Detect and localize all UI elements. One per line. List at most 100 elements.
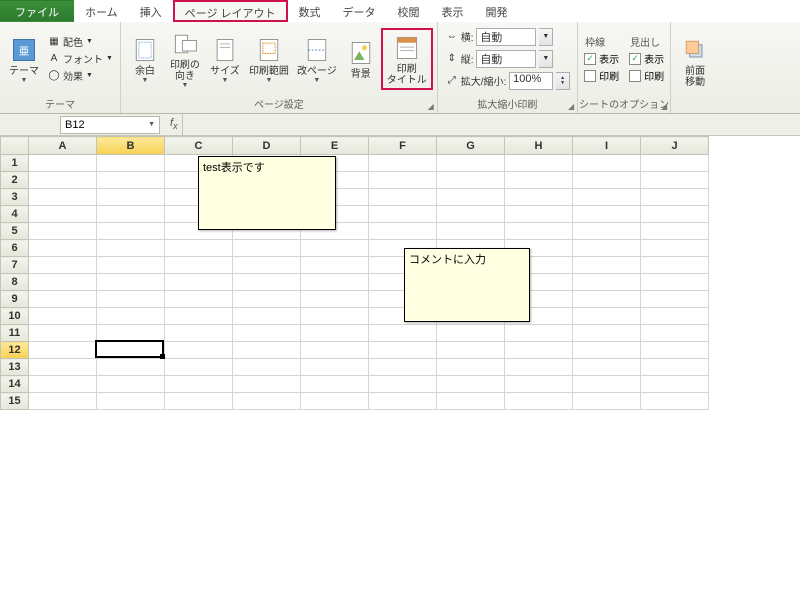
- cell-D7[interactable]: [233, 257, 301, 274]
- cell-A13[interactable]: [29, 359, 97, 376]
- cell-C14[interactable]: [165, 376, 233, 393]
- cell-H5[interactable]: [505, 223, 573, 240]
- cell-E11[interactable]: [301, 325, 369, 342]
- cell-J5[interactable]: [641, 223, 709, 240]
- cell-A10[interactable]: [29, 308, 97, 325]
- row-header-8[interactable]: 8: [1, 274, 29, 291]
- cell-A11[interactable]: [29, 325, 97, 342]
- dropdown-icon[interactable]: ▼: [148, 121, 155, 128]
- cell-F5[interactable]: [369, 223, 437, 240]
- col-header-A[interactable]: A: [29, 137, 97, 155]
- cell-D10[interactable]: [233, 308, 301, 325]
- row-header-10[interactable]: 10: [1, 308, 29, 325]
- row-header-12[interactable]: 12: [1, 342, 29, 359]
- cell-C6[interactable]: [165, 240, 233, 257]
- tab-file[interactable]: ファイル: [0, 0, 74, 22]
- cell-D14[interactable]: [233, 376, 301, 393]
- cell-A2[interactable]: [29, 172, 97, 189]
- cell-B14[interactable]: [97, 376, 165, 393]
- cell-H11[interactable]: [505, 325, 573, 342]
- bring-front-button[interactable]: 前面 移動: [675, 32, 715, 90]
- cell-J10[interactable]: [641, 308, 709, 325]
- cell-G1[interactable]: [437, 155, 505, 172]
- cell-A12[interactable]: [29, 342, 97, 359]
- cell-F14[interactable]: [369, 376, 437, 393]
- col-header-G[interactable]: G: [437, 137, 505, 155]
- cell-A4[interactable]: [29, 206, 97, 223]
- cell-D8[interactable]: [233, 274, 301, 291]
- cell-B1[interactable]: [97, 155, 165, 172]
- cell-E13[interactable]: [301, 359, 369, 376]
- col-header-I[interactable]: I: [573, 137, 641, 155]
- width-combo[interactable]: 自動▼: [476, 28, 553, 46]
- cell-F15[interactable]: [369, 393, 437, 410]
- cell-E14[interactable]: [301, 376, 369, 393]
- cell-I1[interactable]: [573, 155, 641, 172]
- cell-C11[interactable]: [165, 325, 233, 342]
- cell-A1[interactable]: [29, 155, 97, 172]
- cell-A9[interactable]: [29, 291, 97, 308]
- dropdown-icon[interactable]: ▼: [539, 28, 553, 46]
- cell-F12[interactable]: [369, 342, 437, 359]
- cell-J4[interactable]: [641, 206, 709, 223]
- cell-A15[interactable]: [29, 393, 97, 410]
- cell-E6[interactable]: [301, 240, 369, 257]
- fonts-button[interactable]: Aフォント▼: [44, 50, 116, 67]
- cell-G11[interactable]: [437, 325, 505, 342]
- row-header-1[interactable]: 1: [1, 155, 29, 172]
- cell-E10[interactable]: [301, 308, 369, 325]
- cell-D13[interactable]: [233, 359, 301, 376]
- cell-I10[interactable]: [573, 308, 641, 325]
- tab-formulas[interactable]: 数式: [288, 0, 332, 22]
- headings-print-checkbox[interactable]: 印刷: [627, 67, 666, 84]
- comment-box[interactable]: test表示です: [198, 156, 336, 230]
- tab-page-layout[interactable]: ページ レイアウト: [173, 0, 288, 22]
- cell-B11[interactable]: [97, 325, 165, 342]
- colors-button[interactable]: ▦配色▼: [44, 33, 116, 50]
- cell-C9[interactable]: [165, 291, 233, 308]
- row-header-9[interactable]: 9: [1, 291, 29, 308]
- col-header-F[interactable]: F: [369, 137, 437, 155]
- effects-button[interactable]: ◯効果▼: [44, 67, 116, 84]
- cell-H15[interactable]: [505, 393, 573, 410]
- cell-E12[interactable]: [301, 342, 369, 359]
- cell-H12[interactable]: [505, 342, 573, 359]
- col-header-E[interactable]: E: [301, 137, 369, 155]
- cell-G15[interactable]: [437, 393, 505, 410]
- cell-C12[interactable]: [165, 342, 233, 359]
- cell-F13[interactable]: [369, 359, 437, 376]
- cell-C15[interactable]: [165, 393, 233, 410]
- breaks-button[interactable]: 改ページ▼: [293, 32, 341, 86]
- cell-H4[interactable]: [505, 206, 573, 223]
- cell-H1[interactable]: [505, 155, 573, 172]
- row-header-2[interactable]: 2: [1, 172, 29, 189]
- cell-D15[interactable]: [233, 393, 301, 410]
- cell-E8[interactable]: [301, 274, 369, 291]
- cell-F11[interactable]: [369, 325, 437, 342]
- row-header-11[interactable]: 11: [1, 325, 29, 342]
- cell-I2[interactable]: [573, 172, 641, 189]
- themes-button[interactable]: 亜 テーマ ▼: [4, 32, 44, 86]
- col-header-B[interactable]: B: [97, 137, 165, 155]
- headings-view-checkbox[interactable]: ✓表示: [627, 50, 666, 67]
- cell-A8[interactable]: [29, 274, 97, 291]
- cell-A6[interactable]: [29, 240, 97, 257]
- cell-I14[interactable]: [573, 376, 641, 393]
- cell-J3[interactable]: [641, 189, 709, 206]
- cell-A7[interactable]: [29, 257, 97, 274]
- cell-I8[interactable]: [573, 274, 641, 291]
- margins-button[interactable]: 余白▼: [125, 32, 165, 86]
- cell-J8[interactable]: [641, 274, 709, 291]
- comment-box[interactable]: コメントに入力: [404, 248, 530, 322]
- dialog-launcher-icon[interactable]: ◢: [661, 102, 667, 111]
- cell-A3[interactable]: [29, 189, 97, 206]
- cell-B15[interactable]: [97, 393, 165, 410]
- dialog-launcher-icon[interactable]: ◢: [428, 102, 434, 111]
- cell-B13[interactable]: [97, 359, 165, 376]
- cell-G2[interactable]: [437, 172, 505, 189]
- cell-A5[interactable]: [29, 223, 97, 240]
- gridlines-view-checkbox[interactable]: ✓表示: [582, 50, 621, 67]
- formula-bar[interactable]: [182, 114, 800, 135]
- cell-I3[interactable]: [573, 189, 641, 206]
- cell-J14[interactable]: [641, 376, 709, 393]
